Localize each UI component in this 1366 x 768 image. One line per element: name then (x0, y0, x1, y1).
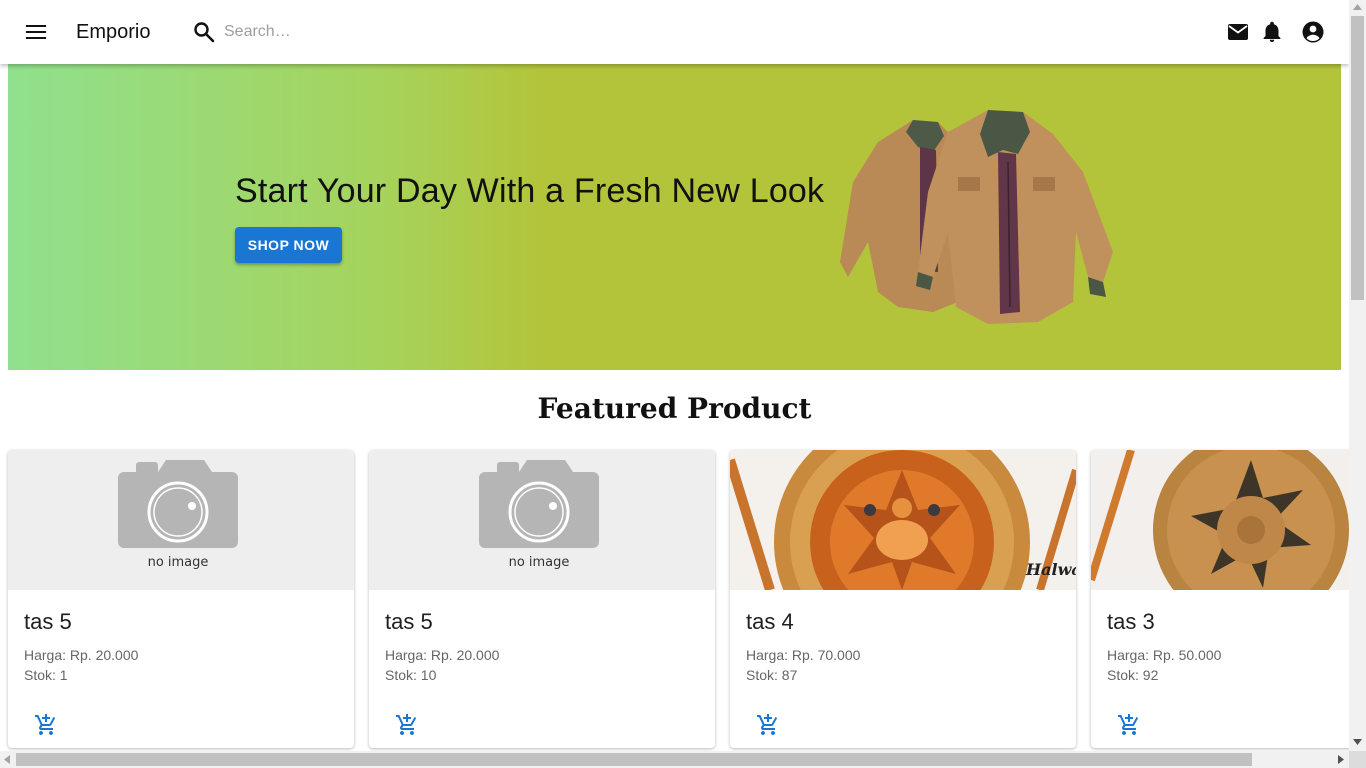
product-stock: Stok: 92 (1107, 667, 1159, 683)
product-card[interactable]: tas 3 Harga: Rp. 50.000 Stok: 92 (1091, 450, 1349, 748)
product-image (1091, 450, 1349, 590)
search-icon (194, 22, 215, 43)
product-image: no image (369, 450, 715, 590)
no-image-text: no image (509, 555, 570, 570)
horizontal-scrollbar-thumb[interactable] (16, 753, 1252, 766)
add-shopping-cart-icon[interactable] (395, 713, 419, 737)
page: Emporio Start Your Day With a Fresh New … (0, 0, 1349, 751)
product-stock: Stok: 1 (24, 667, 68, 683)
featured-title: Featured Product (537, 392, 812, 425)
product-image: no image (8, 450, 354, 590)
banner-headline: Start Your Day With a Fresh New Look (235, 172, 825, 210)
add-shopping-cart-icon[interactable] (756, 713, 780, 737)
add-shopping-cart-icon[interactable] (1117, 713, 1141, 737)
app-bar: Emporio (0, 0, 1349, 64)
bell-icon[interactable] (1260, 20, 1284, 44)
product-stock: Stok: 87 (746, 667, 798, 683)
shop-now-button[interactable]: SHOP NOW (235, 227, 342, 263)
product-card[interactable]: Halwa tas 4 Harga: Rp. 70.000 Stok: 87 (730, 450, 1076, 748)
mail-icon[interactable] (1226, 20, 1250, 44)
rattan-bag-image: Halwa (730, 450, 1076, 590)
rattan-bag-image (1091, 450, 1349, 590)
no-image-placeholder-icon: no image (479, 460, 599, 570)
scroll-up-arrow-icon[interactable] (1353, 4, 1362, 10)
product-price: Harga: Rp. 50.000 (1107, 647, 1222, 663)
vertical-scrollbar[interactable] (1349, 0, 1366, 751)
brand-watermark: Halwa (1025, 560, 1076, 579)
no-image-text: no image (148, 555, 209, 570)
scroll-left-arrow-icon[interactable] (4, 755, 10, 764)
product-price: Harga: Rp. 20.000 (385, 647, 500, 663)
horizontal-scrollbar[interactable] (0, 751, 1349, 768)
jacket-image (840, 110, 1113, 324)
scroll-down-arrow-icon[interactable] (1353, 739, 1362, 745)
product-name: tas 4 (746, 609, 794, 634)
product-image: Halwa (730, 450, 1076, 590)
add-shopping-cart-icon[interactable] (34, 713, 58, 737)
scrollbar-corner (1349, 751, 1366, 768)
menu-icon (26, 25, 46, 39)
hero-banner: Start Your Day With a Fresh New Look SHO… (8, 64, 1341, 370)
vertical-scrollbar-thumb[interactable] (1351, 16, 1364, 300)
product-card[interactable]: no image tas 5 Harga: Rp. 20.000 Stok: 1… (369, 450, 715, 748)
account-circle-icon[interactable] (1301, 20, 1325, 44)
product-name: tas 5 (385, 609, 433, 634)
product-name: tas 3 (1107, 609, 1155, 634)
product-price: Harga: Rp. 20.000 (24, 647, 139, 663)
product-stock: Stok: 10 (385, 667, 437, 683)
menu-button[interactable] (20, 16, 52, 48)
product-card[interactable]: no image tas 5 Harga: Rp. 20.000 Stok: 1 (8, 450, 354, 748)
brand-title[interactable]: Emporio (76, 20, 150, 44)
product-name: tas 5 (24, 609, 72, 634)
scroll-right-arrow-icon[interactable] (1338, 755, 1344, 764)
search-input[interactable] (224, 18, 564, 46)
no-image-placeholder-icon: no image (118, 460, 238, 570)
product-price: Harga: Rp. 70.000 (746, 647, 861, 663)
